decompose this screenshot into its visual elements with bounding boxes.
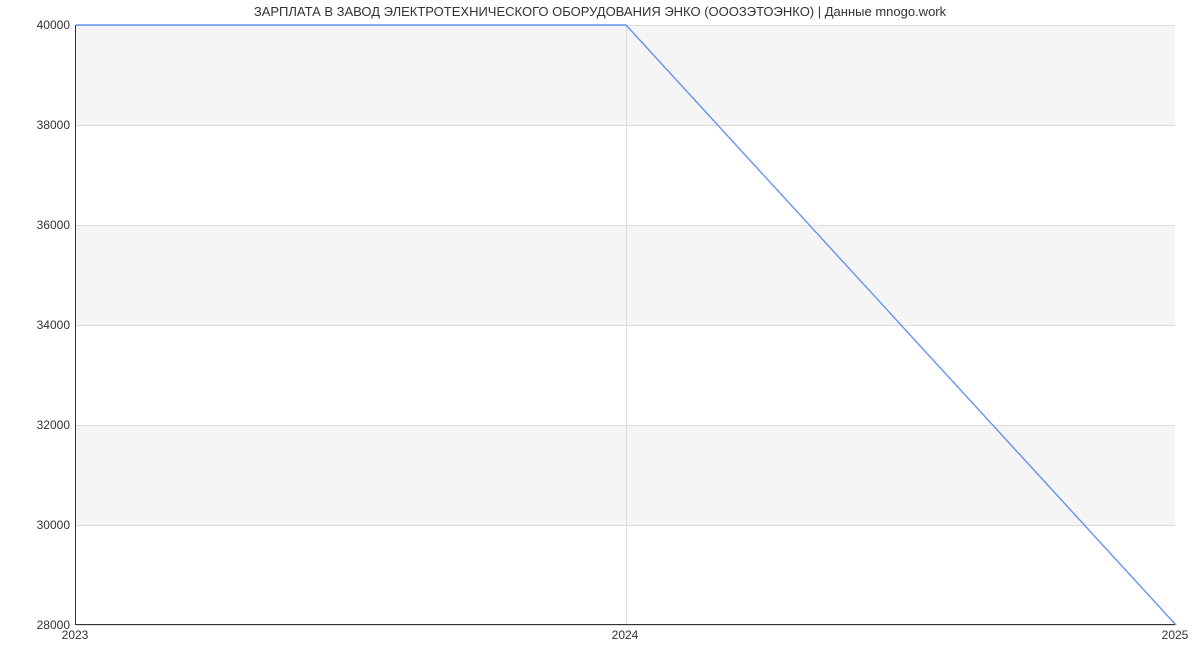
- gridline-y: [76, 625, 1175, 626]
- y-tick-label: 38000: [10, 118, 70, 132]
- chart-title: ЗАРПЛАТА В ЗАВОД ЭЛЕКТРОТЕХНИЧЕСКОГО ОБО…: [0, 4, 1200, 19]
- series-line: [76, 25, 1176, 625]
- x-tick-label: 2024: [612, 628, 639, 642]
- plot-area: [75, 25, 1175, 625]
- y-tick-label: 36000: [10, 218, 70, 232]
- line-layer: [76, 25, 1175, 624]
- y-tick-label: 32000: [10, 418, 70, 432]
- x-tick-label: 2025: [1162, 628, 1189, 642]
- chart-container: ЗАРПЛАТА В ЗАВОД ЭЛЕКТРОТЕХНИЧЕСКОГО ОБО…: [0, 0, 1200, 650]
- y-tick-label: 30000: [10, 518, 70, 532]
- x-tick-label: 2023: [62, 628, 89, 642]
- y-tick-label: 40000: [10, 18, 70, 32]
- y-tick-label: 34000: [10, 318, 70, 332]
